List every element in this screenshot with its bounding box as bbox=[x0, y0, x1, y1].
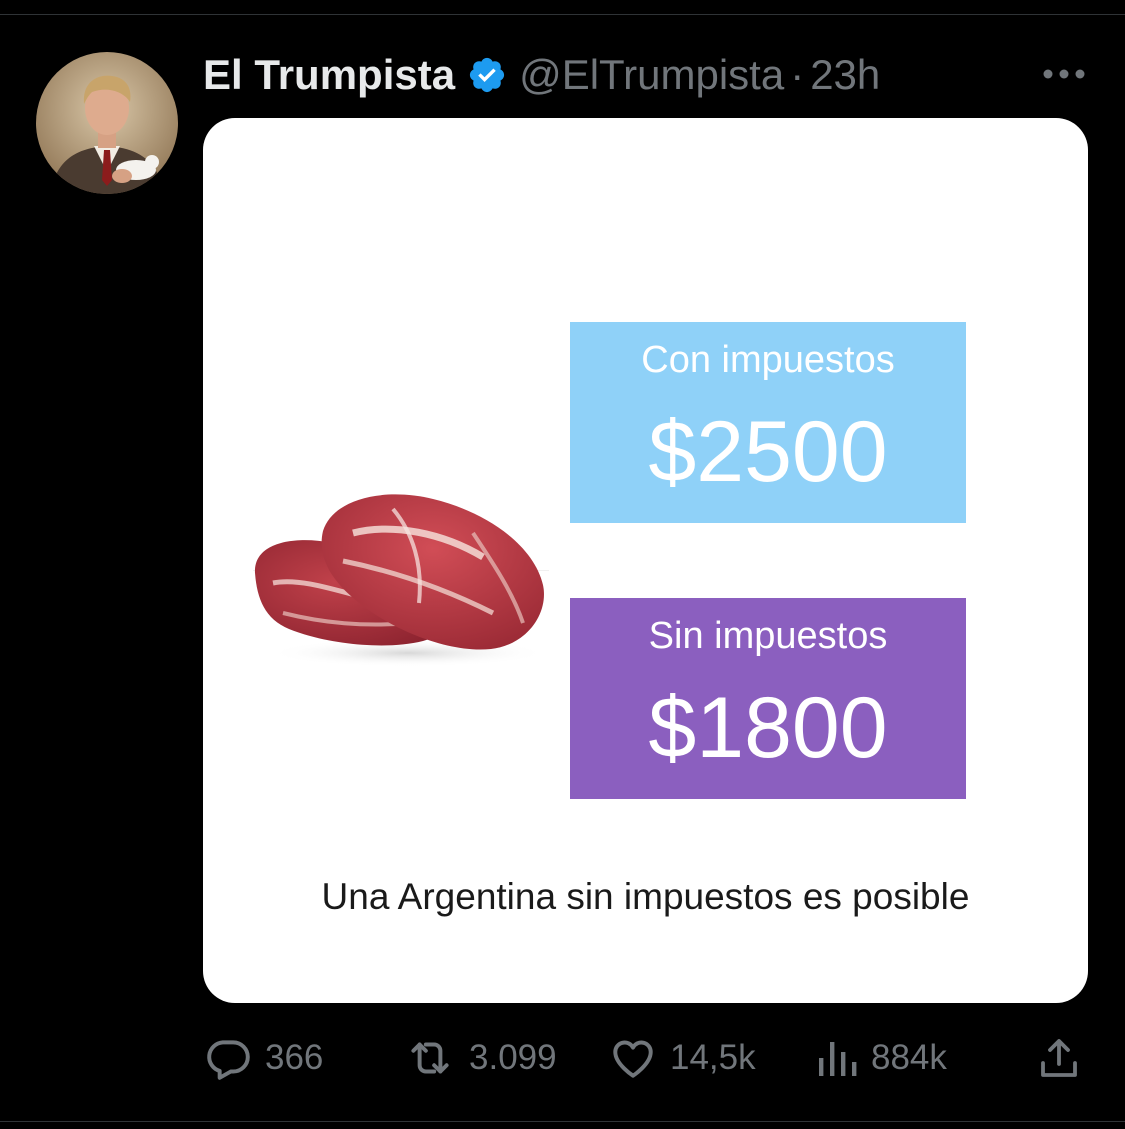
reply-icon bbox=[207, 1040, 250, 1080]
header-separator: · bbox=[790, 51, 805, 98]
like-button[interactable]: 14,5k bbox=[608, 1030, 756, 1086]
reply-count: 366 bbox=[265, 1038, 324, 1077]
tweet-timestamp[interactable]: 23h bbox=[810, 51, 880, 99]
bottom-divider bbox=[0, 1121, 1125, 1122]
with-tax-price: $2500 bbox=[648, 404, 888, 500]
without-tax-price: $1800 bbox=[648, 680, 888, 776]
without-tax-label: Sin impuestos bbox=[648, 615, 888, 657]
author-avatar[interactable] bbox=[36, 52, 178, 194]
meat-steak-image bbox=[243, 473, 553, 673]
more-options-button[interactable] bbox=[1036, 56, 1092, 92]
more-icon bbox=[1043, 69, 1085, 79]
author-handle[interactable]: @ElTrumpista bbox=[519, 51, 784, 99]
verified-badge-icon bbox=[467, 55, 507, 95]
repost-count: 3.099 bbox=[469, 1038, 557, 1077]
view-count: 884k bbox=[871, 1038, 947, 1077]
like-count: 14,5k bbox=[670, 1038, 756, 1077]
with-tax-price-box: Con impuestos $2500 bbox=[570, 322, 966, 523]
views-button[interactable]: 884k bbox=[815, 1030, 947, 1086]
views-icon bbox=[819, 1042, 857, 1076]
share-icon bbox=[1041, 1039, 1077, 1077]
with-tax-label: Con impuestos bbox=[641, 339, 895, 381]
tweet-action-bar: 366 3.099 14,5k 884k bbox=[203, 1030, 1088, 1086]
reply-button[interactable]: 366 bbox=[203, 1030, 323, 1086]
author-display-name[interactable]: El Trumpista bbox=[203, 51, 455, 99]
repost-icon bbox=[411, 1042, 449, 1074]
heart-icon bbox=[613, 1040, 653, 1078]
without-tax-price-box: Sin impuestos $1800 bbox=[570, 598, 966, 799]
repost-button[interactable]: 3.099 bbox=[403, 1030, 557, 1086]
share-button[interactable] bbox=[1035, 1030, 1083, 1086]
image-caption: Una Argentina sin impuestos es posible bbox=[321, 876, 970, 917]
tweet-header: El Trumpista @ElTrumpista · 23h bbox=[203, 50, 880, 100]
tweet-media-image[interactable]: Con impuestos $2500 Sin impuestos $1800 … bbox=[203, 118, 1088, 1003]
top-divider bbox=[0, 14, 1125, 15]
